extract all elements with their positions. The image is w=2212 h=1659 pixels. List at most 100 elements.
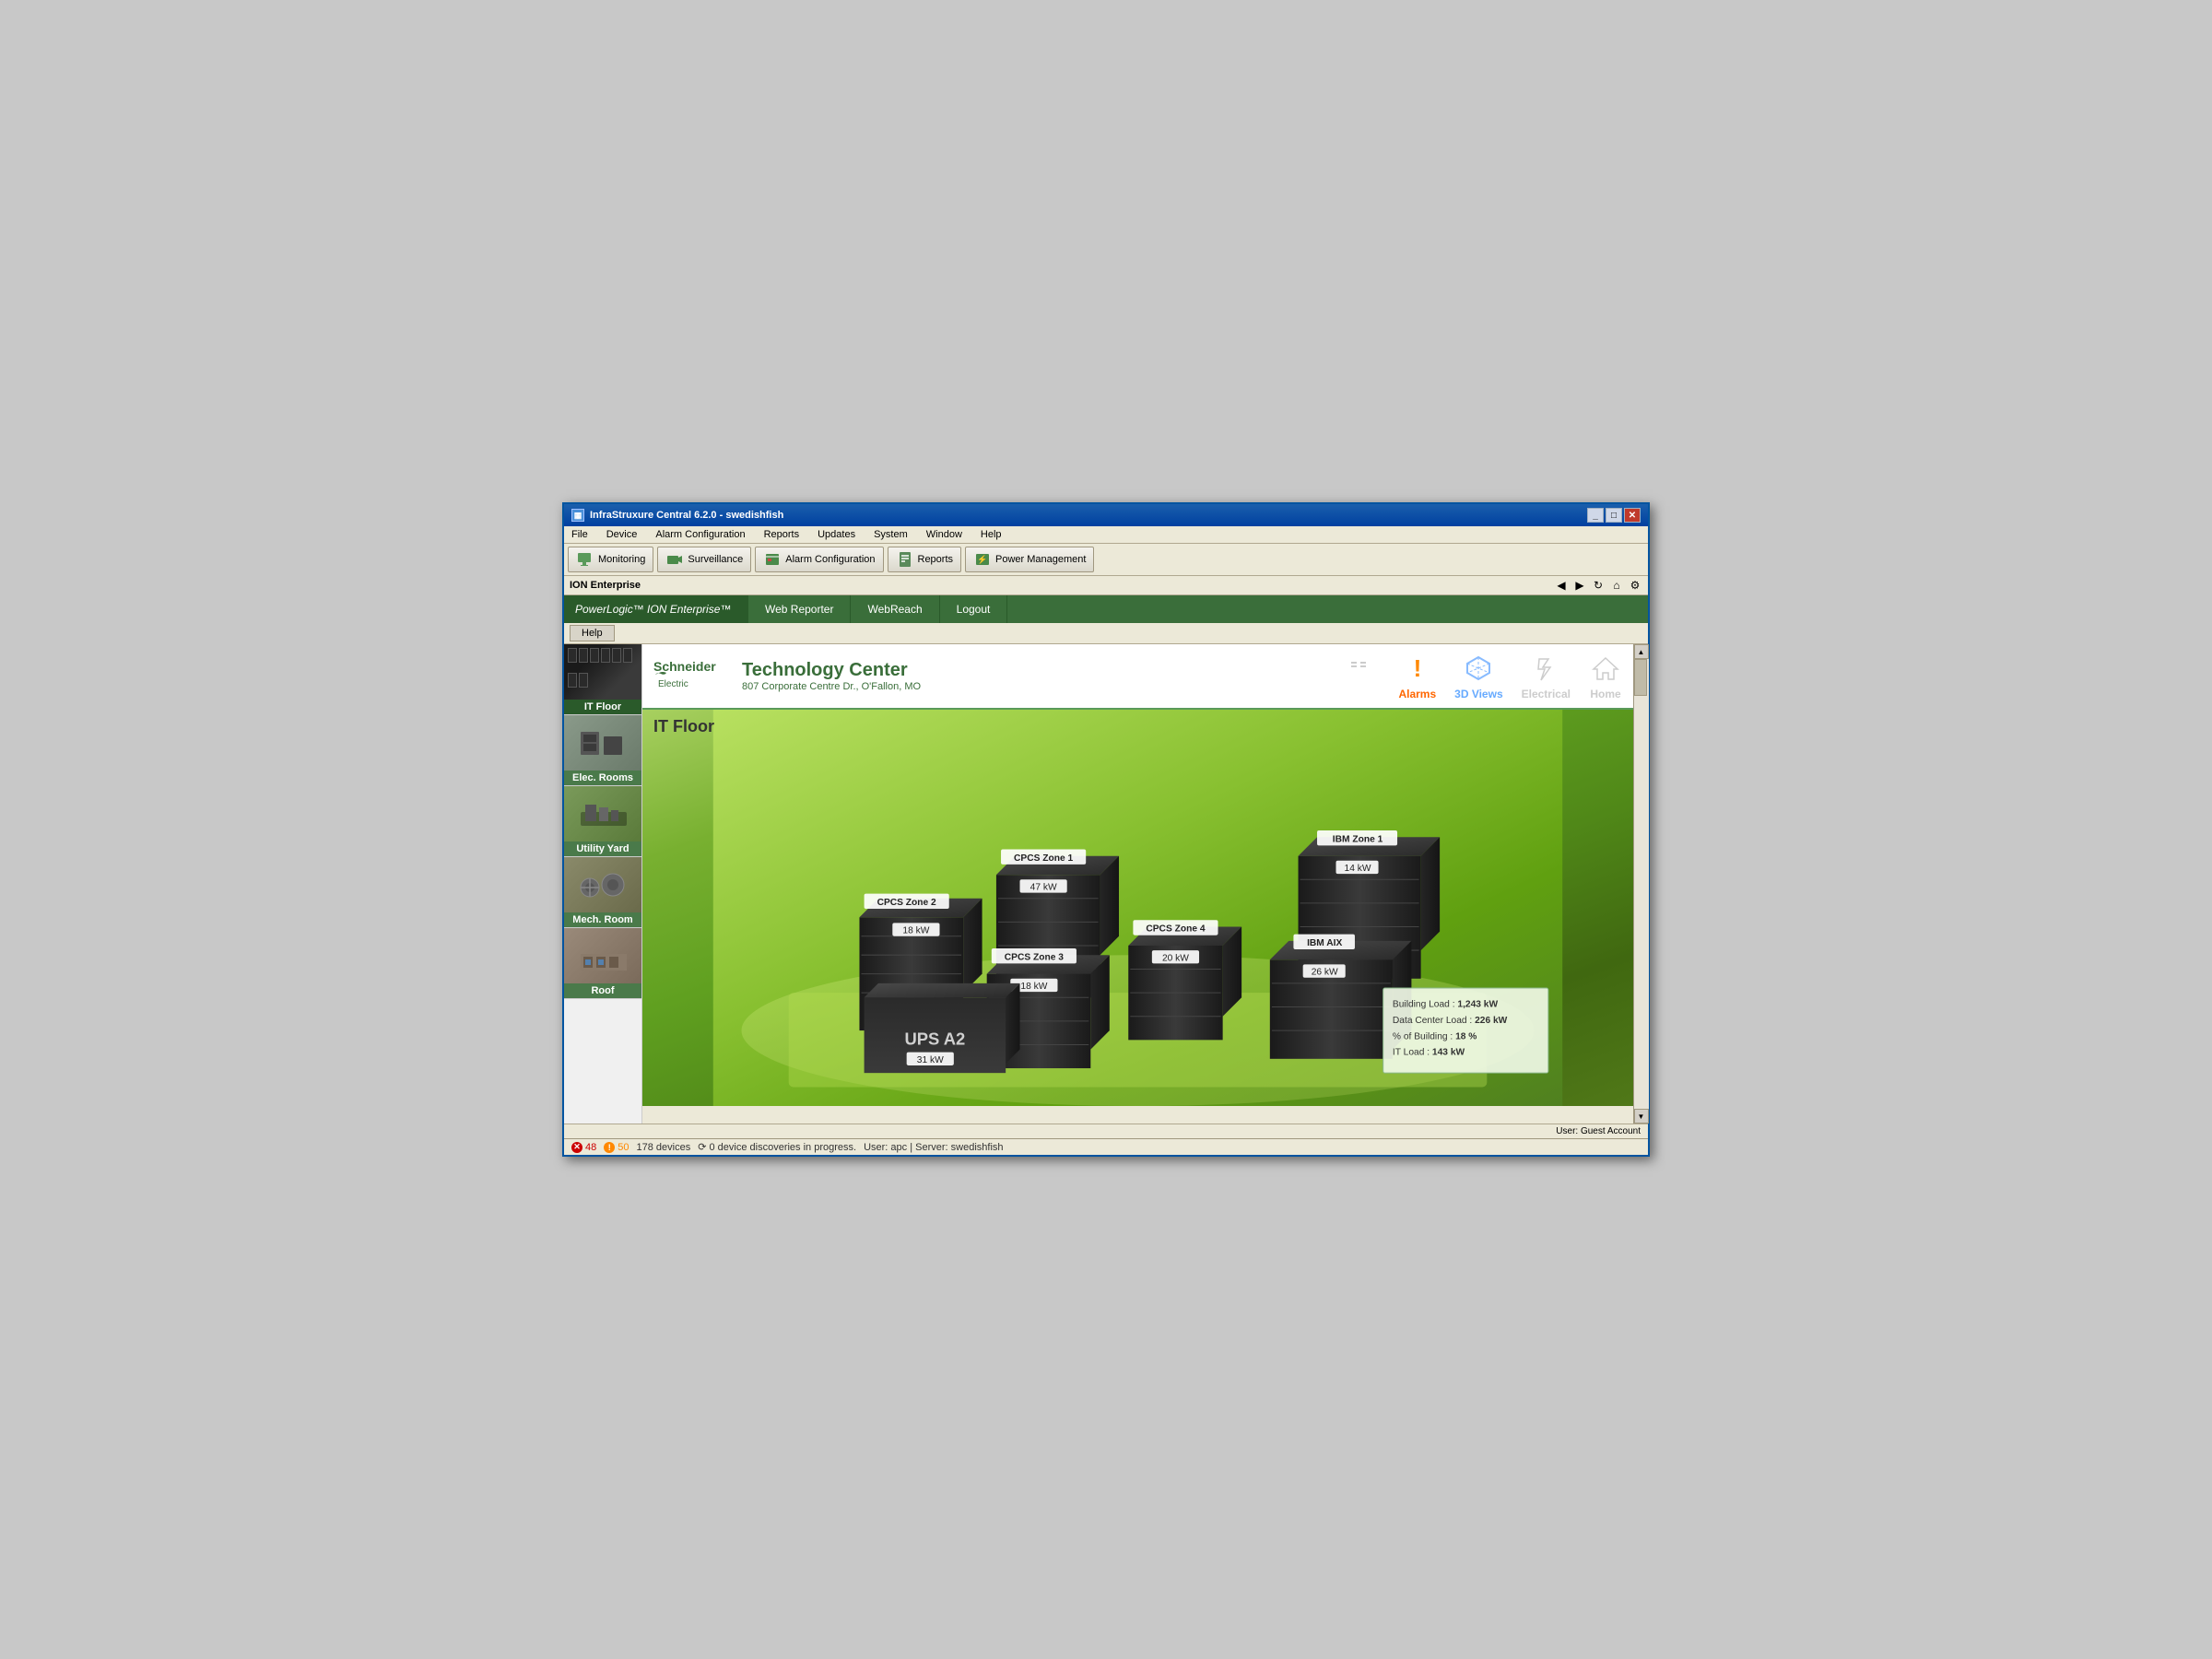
it-floor-title: IT Floor <box>653 717 714 736</box>
se-title-block: Technology Center 807 Corporate Centre D… <box>742 660 1338 692</box>
app-icon: ▦ <box>571 509 584 522</box>
sidebar-label-itfloor: IT Floor <box>564 700 641 714</box>
svg-text:18 kW: 18 kW <box>902 926 929 936</box>
alarms-nav-icon: ! <box>1401 652 1434 685</box>
3d-views-icon <box>1465 654 1492 682</box>
ion-nav-logout[interactable]: Logout <box>940 595 1008 623</box>
reports-nav-icon <box>1343 652 1376 685</box>
warning-count: 50 <box>618 1142 629 1153</box>
nav-home-icon[interactable]: ⌂ <box>1609 578 1624 593</box>
menu-system[interactable]: System <box>870 528 912 541</box>
se-nav-3dviews[interactable]: 3D Views <box>1454 652 1502 700</box>
alarm-config-button[interactable]: Alarm Configuration <box>755 547 883 572</box>
nav-settings-icon[interactable]: ⚙ <box>1628 578 1642 593</box>
status-warnings: ! 50 <box>604 1142 629 1153</box>
maximize-button[interactable]: □ <box>1606 508 1622 523</box>
ion-nav-bar: PowerLogic™ ION Enterprise™ Web Reporter… <box>564 595 1648 623</box>
menu-device[interactable]: Device <box>603 528 641 541</box>
menu-updates[interactable]: Updates <box>814 528 859 541</box>
ion-nav-items: Web Reporter WebReach Logout <box>748 595 1007 623</box>
electrical-nav-icon <box>1529 652 1562 685</box>
svg-text:CPCS Zone 2: CPCS Zone 2 <box>877 898 936 908</box>
svg-text:!: ! <box>1413 654 1421 682</box>
user-apc: User: apc <box>864 1142 907 1153</box>
title-bar-left: ▦ InfraStruxure Central 6.2.0 - swedishf… <box>571 509 783 522</box>
status-devices: 178 devices <box>637 1142 691 1153</box>
mini-rack-5 <box>612 648 621 663</box>
scroll-down-button[interactable]: ▼ <box>1634 1109 1649 1124</box>
floor-visualization-svg: CPCS Zone 2 18 kW CPCS Zone 1 <box>642 710 1633 1106</box>
sidebar-label-roof: Roof <box>564 983 641 998</box>
se-logo: Schneider Electric <box>653 654 727 699</box>
menu-alarm-config[interactable]: Alarm Configuration <box>652 528 748 541</box>
address-icons: ◀ ▶ ↻ ⌂ ⚙ <box>1554 578 1642 593</box>
help-tab[interactable]: Help <box>570 625 615 641</box>
svg-text:IBM Zone 1: IBM Zone 1 <box>1333 834 1383 844</box>
monitoring-button[interactable]: Monitoring <box>568 547 653 572</box>
ion-nav-webreporter[interactable]: Web Reporter <box>748 595 851 623</box>
window-controls: _ □ ✕ <box>1587 508 1641 523</box>
menu-reports[interactable]: Reports <box>760 528 804 541</box>
alarms-exclamation-icon: ! <box>1404 654 1431 682</box>
user-label: User: Guest Account <box>1556 1126 1641 1136</box>
reports-toolbar-button[interactable]: Reports <box>888 547 962 572</box>
discoveries-icon: ⟳ <box>698 1142 706 1153</box>
minimize-button[interactable]: _ <box>1587 508 1604 523</box>
sidebar-item-elecrooms[interactable]: Elec. Rooms <box>564 715 641 786</box>
reports-nav-label: Reports <box>1338 688 1380 700</box>
home-icon <box>1592 654 1619 682</box>
ion-brand-label: PowerLogic™ ION Enterprise™ <box>575 603 731 616</box>
discoveries-label: 0 device discoveries in progress. <box>710 1142 857 1153</box>
surveillance-button[interactable]: Surveillance <box>657 547 751 572</box>
svg-text:CPCS Zone 4: CPCS Zone 4 <box>1146 924 1205 935</box>
nav-back-icon[interactable]: ◀ <box>1554 578 1569 593</box>
svg-text:UPS A2: UPS A2 <box>904 1029 965 1048</box>
surveillance-label: Surveillance <box>688 554 743 565</box>
ion-nav-webreach[interactable]: WebReach <box>851 595 939 623</box>
monitor-icon <box>576 550 594 569</box>
status-errors: ✕ 48 <box>571 1142 596 1153</box>
close-button[interactable]: ✕ <box>1624 508 1641 523</box>
sidebar-item-itfloor[interactable]: IT Floor <box>564 644 641 715</box>
menu-window[interactable]: Window <box>923 528 966 541</box>
power-mgmt-button[interactable]: ⚡ Power Management <box>965 547 1094 572</box>
alarm-icon <box>763 550 782 569</box>
user-area: User: Guest Account <box>564 1124 1648 1138</box>
svg-text:CPCS Zone 1: CPCS Zone 1 <box>1014 853 1073 864</box>
nav-forward-icon[interactable]: ▶ <box>1572 578 1587 593</box>
nav-refresh-icon[interactable]: ↻ <box>1591 578 1606 593</box>
address-label: ION Enterprise <box>570 580 641 591</box>
sidebar-item-mechroom[interactable]: Mech. Room <box>564 857 641 928</box>
power-icon: ⚡ <box>973 550 992 569</box>
sidebar-item-utilityyard[interactable]: Utility Yard <box>564 786 641 857</box>
elec-rooms-svg <box>576 723 631 764</box>
svg-text:Building Load : 1,243 kW: Building Load : 1,243 kW <box>1393 1000 1499 1010</box>
svg-text:% of Building : 18 %: % of Building : 18 % <box>1393 1031 1477 1041</box>
error-icon: ✕ <box>571 1142 582 1153</box>
status-user: User: apc | Server: swedishfish <box>864 1142 1003 1153</box>
3dviews-nav-icon <box>1462 652 1495 685</box>
se-nav-electrical[interactable]: Electrical <box>1522 652 1571 700</box>
mini-rack-2 <box>579 648 588 663</box>
se-nav-reports[interactable]: Reports <box>1338 652 1380 700</box>
mech-room-svg <box>576 865 631 906</box>
svg-text:IBM AIX: IBM AIX <box>1307 938 1342 948</box>
home-nav-label: Home <box>1590 688 1620 700</box>
ion-brand: PowerLogic™ ION Enterprise™ <box>564 595 748 623</box>
menu-file[interactable]: File <box>568 528 592 541</box>
menu-help[interactable]: Help <box>977 528 1006 541</box>
sidebar-img-elecrooms <box>564 715 641 771</box>
monitoring-label: Monitoring <box>598 554 645 565</box>
roof-svg <box>576 935 631 977</box>
se-nav-alarms[interactable]: ! Alarms <box>1398 652 1436 700</box>
se-nav-home[interactable]: Home <box>1589 652 1622 700</box>
devices-label: 178 devices <box>637 1142 691 1153</box>
schneider-logo-svg: Schneider Electric <box>653 654 727 696</box>
sidebar-item-roof[interactable]: Roof <box>564 928 641 999</box>
scroll-thumb[interactable] <box>1634 659 1647 696</box>
scroll-up-button[interactable]: ▲ <box>1634 644 1649 659</box>
mini-rack-4 <box>601 648 610 663</box>
sidebar-label-elecrooms: Elec. Rooms <box>564 771 641 785</box>
title-bar: ▦ InfraStruxure Central 6.2.0 - swedishf… <box>564 504 1648 526</box>
svg-text:Data Center Load : 226 kW: Data Center Load : 226 kW <box>1393 1016 1508 1026</box>
